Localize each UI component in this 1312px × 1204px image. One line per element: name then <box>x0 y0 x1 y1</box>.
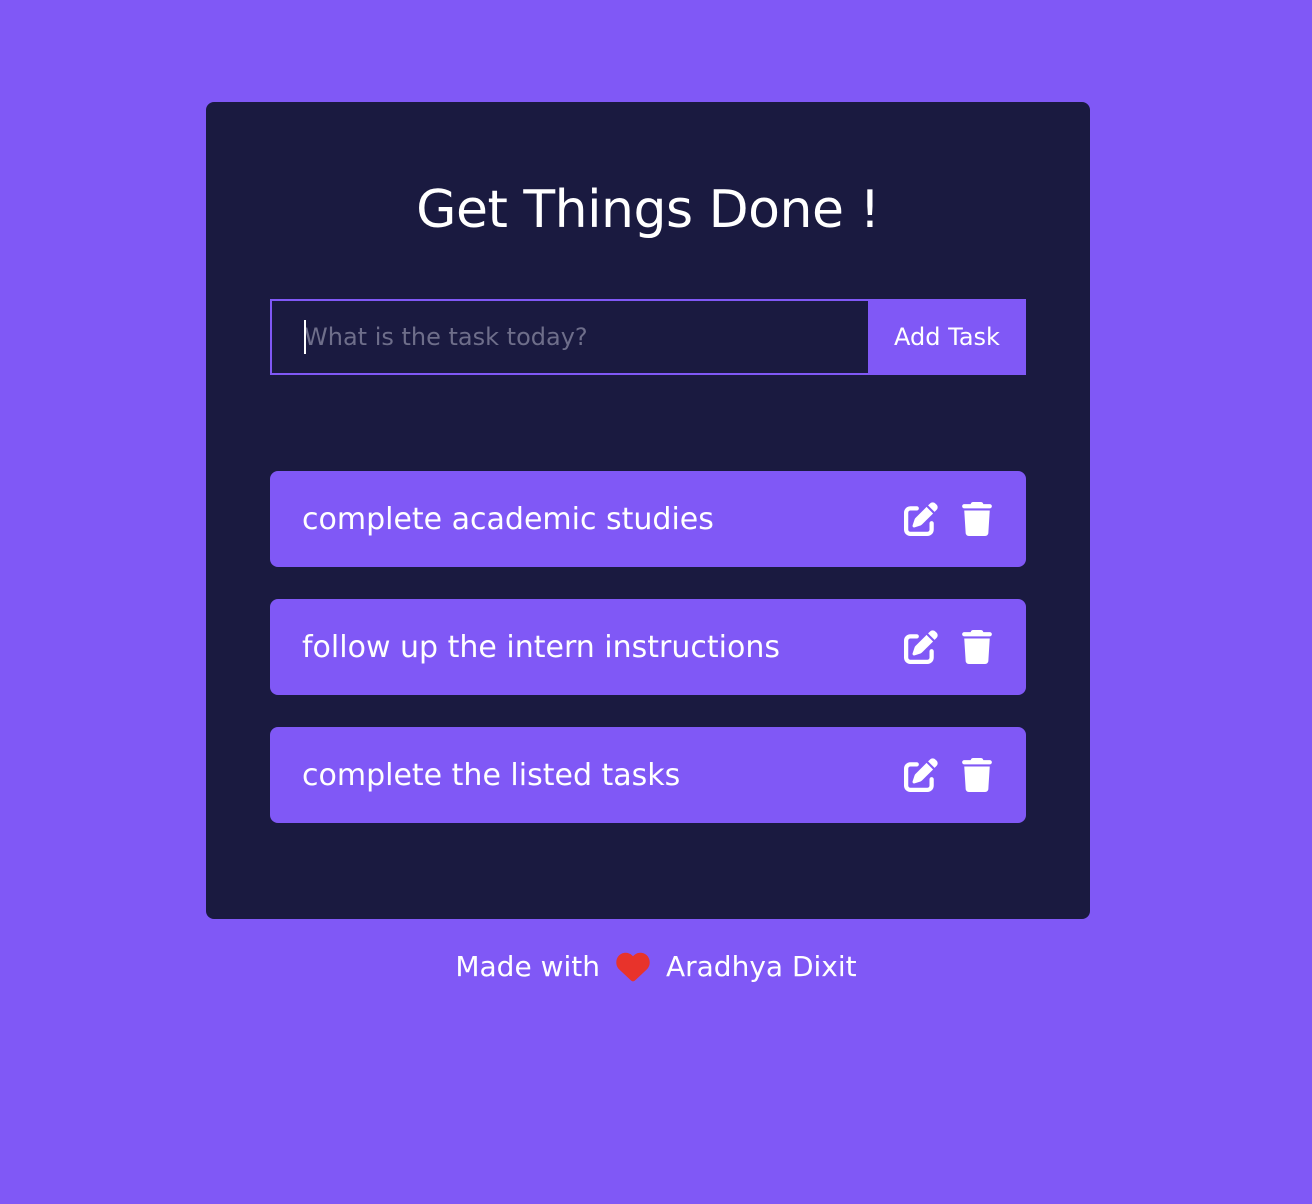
edit-icon[interactable] <box>904 502 938 536</box>
todo-item: follow up the intern instructions <box>270 599 1026 695</box>
todo-actions <box>904 758 994 792</box>
todo-item: complete academic studies <box>270 471 1026 567</box>
author-text: Aradhya Dixit <box>665 950 857 983</box>
task-form: Add Task <box>270 299 1026 375</box>
todo-actions <box>904 630 994 664</box>
edit-icon[interactable] <box>904 630 938 664</box>
heart-icon <box>616 952 650 982</box>
add-task-button[interactable]: Add Task <box>868 299 1026 375</box>
text-caret <box>304 320 306 354</box>
task-input[interactable] <box>270 299 868 375</box>
trash-icon[interactable] <box>960 758 994 792</box>
todo-text[interactable]: complete the listed tasks <box>302 758 904 793</box>
todo-item: complete the listed tasks <box>270 727 1026 823</box>
todo-card: Get Things Done ! Add Task complete acad… <box>206 102 1090 919</box>
todo-text[interactable]: follow up the intern instructions <box>302 630 904 665</box>
footer: Made with Aradhya Dixit <box>0 947 1312 987</box>
todo-actions <box>904 502 994 536</box>
trash-icon[interactable] <box>960 630 994 664</box>
made-with-text: Made with <box>455 950 600 983</box>
edit-icon[interactable] <box>904 758 938 792</box>
page-title: Get Things Done ! <box>416 180 880 240</box>
trash-icon[interactable] <box>960 502 994 536</box>
todo-text[interactable]: complete academic studies <box>302 502 904 537</box>
